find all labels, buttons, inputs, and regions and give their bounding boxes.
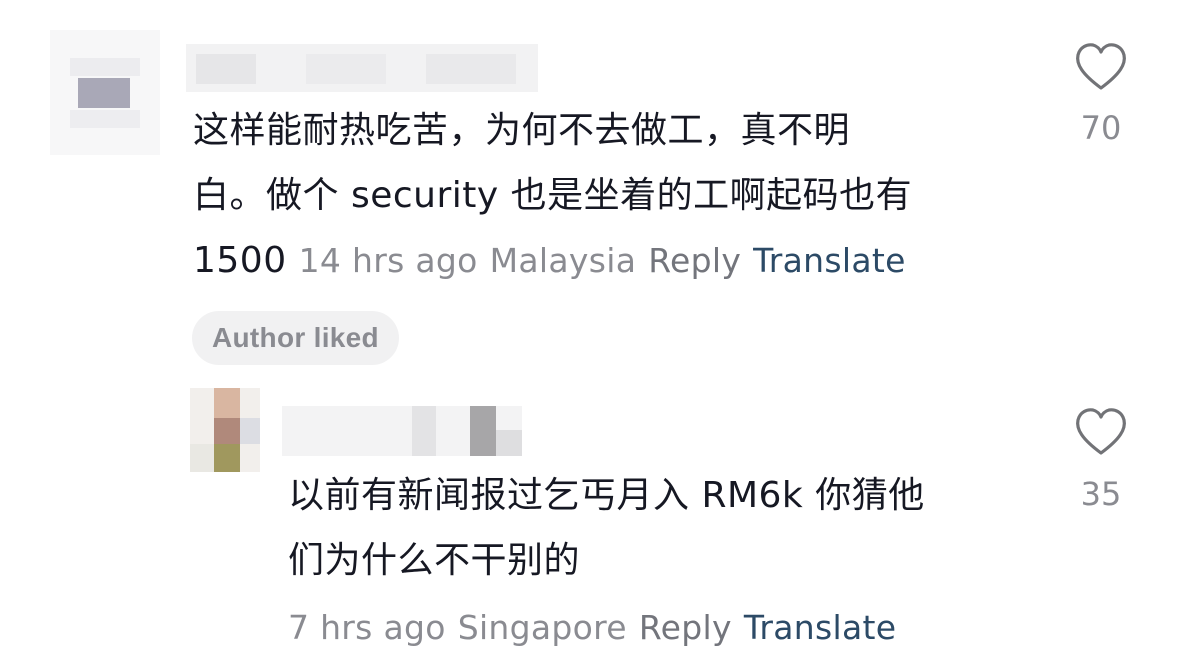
avatar[interactable] <box>50 30 160 155</box>
comment-time: 14 hrs ago <box>298 241 478 280</box>
username-blurred[interactable] <box>282 402 522 456</box>
comment-text-number: 1500 <box>193 240 287 281</box>
translate-button[interactable]: Translate <box>753 241 906 280</box>
translate-button[interactable]: Translate <box>744 608 897 647</box>
reply-button[interactable]: Reply <box>639 608 732 647</box>
like-count: 70 <box>1080 109 1122 147</box>
heart-icon[interactable] <box>1074 42 1128 92</box>
username-blurred[interactable] <box>186 38 538 94</box>
avatar[interactable] <box>190 388 260 472</box>
reply-meta: 7 hrs ago Singapore Reply Translate <box>288 597 896 659</box>
comment-location: Singapore <box>457 608 627 647</box>
heart-icon[interactable] <box>1074 407 1128 457</box>
like-count: 35 <box>1080 475 1122 513</box>
comment-location: Malaysia <box>489 241 637 280</box>
comment-text-line-2: 白。做个 security 也是坐着的工啊起码也有 <box>193 175 913 216</box>
reply-text-line-1: 以前有新闻报过乞丐月入 RM6k 你猜他 <box>288 475 925 516</box>
reply-button[interactable]: Reply <box>648 241 741 280</box>
reply-text-line-2: 们为什么不干别的 <box>288 540 581 581</box>
comment-time: 7 hrs ago <box>288 608 446 647</box>
author-liked-badge: Author liked <box>192 311 399 365</box>
comment-text-line-1: 这样能耐热吃苦，为何不去做工，真不明 <box>193 110 851 151</box>
comment-text-line-3: 1500 14 hrs ago Malaysia Reply Translate <box>193 230 906 292</box>
